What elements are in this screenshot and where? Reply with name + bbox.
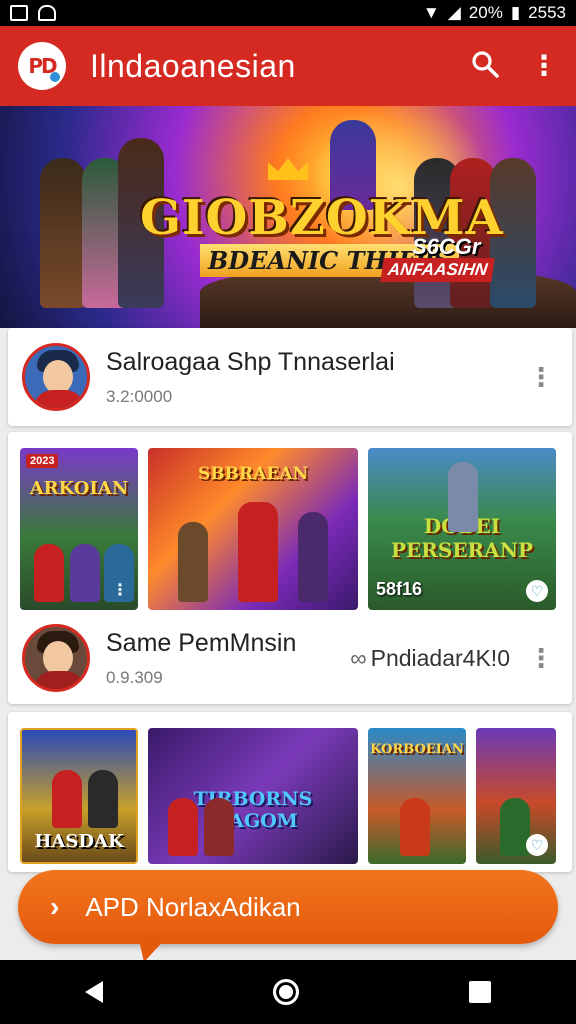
game-row-title: Same PemMnsin — [106, 628, 297, 657]
tile-hero — [204, 798, 234, 856]
tile-hero — [448, 462, 478, 532]
battery-icon: ▮ — [510, 3, 521, 22]
tile-label: KORBOEIAN — [370, 742, 464, 757]
tile-label: HASDAK — [34, 831, 124, 852]
avatar-body — [33, 390, 85, 408]
system-nav-bar — [0, 960, 576, 1024]
game-tile[interactable]: DOBEI PERSERANP 58f16 ♡ — [368, 448, 556, 610]
game-tiles: HASDAK TIRBORNS MAGOM KORBOEIAN ♡ — [8, 712, 572, 864]
heart-icon[interactable]: ♡ — [526, 580, 548, 602]
tile-hero — [298, 512, 328, 602]
logo-dot — [50, 72, 60, 82]
battery-text: 20% — [468, 3, 503, 22]
tile-label: SBBRAEAN — [197, 464, 309, 484]
game-row-meta-text: Pndiadar4K!0 — [370, 644, 510, 671]
hero-banner[interactable]: GIOBZOKMA BDEANIC THIE9S — [0, 106, 576, 328]
status-right: ▼ ◢ 20% ▮ 2553 — [423, 3, 566, 23]
tile-hero — [168, 798, 198, 856]
app-title: Ilndaoanesian — [90, 47, 296, 84]
tile-label: ARKOIAN — [29, 478, 129, 499]
download-button[interactable]: › APD NorlaxAdikan — [18, 870, 558, 962]
heart-icon[interactable]: ♡ — [526, 834, 548, 856]
overflow-menu-icon[interactable]: ⋮ — [530, 52, 558, 80]
app-logo[interactable]: PD — [18, 42, 66, 90]
link-icon: ∞ — [350, 644, 367, 671]
download-button-label: APD NorlaxAdikan — [85, 891, 301, 922]
game-tile[interactable]: ♡ — [476, 728, 556, 864]
tile-hero — [178, 522, 208, 602]
tile-hero — [88, 770, 118, 828]
featured-card[interactable]: Salroagaa Shp Tnnaserlai 3.2:0000 ⋮ — [8, 328, 572, 426]
more-vert-icon[interactable]: ⋮ — [524, 364, 558, 390]
featured-subtitle: 3.2:0000 — [106, 386, 173, 406]
avatar-body — [33, 671, 85, 689]
tile-badge: 2023 — [26, 454, 59, 468]
recents-icon[interactable] — [469, 981, 491, 1003]
featured-title: Salroagaa Shp Tnnaserlai — [106, 347, 395, 376]
game-row-meta: ∞ Pndiadar4K!0 — [350, 645, 510, 672]
game-row-text: Same PemMnsin 0.9.309 — [106, 629, 350, 688]
game-row-card: HASDAK TIRBORNS MAGOM KORBOEIAN ♡ — [8, 712, 572, 872]
game-tiles: 2023 ARKOIAN ⋮ SBBRAEAN DOBEI PERSERANP … — [8, 432, 572, 610]
game-tile[interactable]: HASDAK — [20, 728, 138, 864]
tile-hero — [400, 798, 430, 856]
game-tile[interactable]: KORBOEIAN — [368, 728, 466, 864]
chevron-right-icon: › — [50, 891, 60, 922]
game-row-subtitle: 0.9.309 — [106, 667, 163, 687]
gallery-icon — [10, 5, 28, 21]
tile-hero — [52, 770, 82, 828]
cta-tail — [138, 936, 168, 962]
back-icon[interactable] — [85, 981, 103, 1003]
clock: 2553 — [528, 3, 566, 22]
banner-tag-top: S6CGr — [412, 234, 481, 259]
status-bar: ▼ ◢ 20% ▮ 2553 — [0, 0, 576, 26]
signal-icon: ◢ — [447, 3, 461, 22]
game-row-info: Same PemMnsin 0.9.309 ∞ Pndiadar4K!0 ⋮ — [8, 624, 572, 692]
featured-row: Salroagaa Shp Tnnaserlai 3.2:0000 ⋮ — [8, 328, 572, 426]
avatar-face — [43, 641, 73, 675]
game-tile[interactable]: 2023 ARKOIAN ⋮ — [20, 448, 138, 610]
hero-figure — [40, 158, 86, 308]
featured-text: Salroagaa Shp Tnnaserlai 3.2:0000 — [106, 348, 524, 407]
avatar-face — [43, 360, 73, 394]
home-icon[interactable] — [273, 979, 299, 1005]
banner-tag-bottom: ANFAASIHN — [380, 258, 495, 282]
lock-icon — [38, 5, 56, 21]
search-icon[interactable] — [470, 49, 500, 84]
more-vert-icon[interactable]: ⋮ — [524, 645, 558, 671]
game-tile[interactable]: TIRBORNS MAGOM — [148, 728, 358, 864]
tile-corner-text: 58f16 — [376, 579, 423, 599]
avatar[interactable] — [22, 343, 90, 411]
tile-hero — [34, 544, 64, 602]
app-bar: PD Ilndaoanesian ⋮ — [0, 26, 576, 106]
game-row-card: 2023 ARKOIAN ⋮ SBBRAEAN DOBEI PERSERANP … — [8, 432, 572, 704]
wifi-icon: ▼ — [422, 3, 440, 22]
tile-hero — [70, 544, 100, 602]
status-left — [10, 5, 56, 21]
avatar[interactable] — [22, 624, 90, 692]
tile-hero — [238, 502, 278, 602]
tile-more-icon[interactable]: ⋮ — [112, 580, 128, 600]
game-tile[interactable]: SBBRAEAN — [148, 448, 358, 610]
app-actions: ⋮ — [470, 49, 558, 84]
